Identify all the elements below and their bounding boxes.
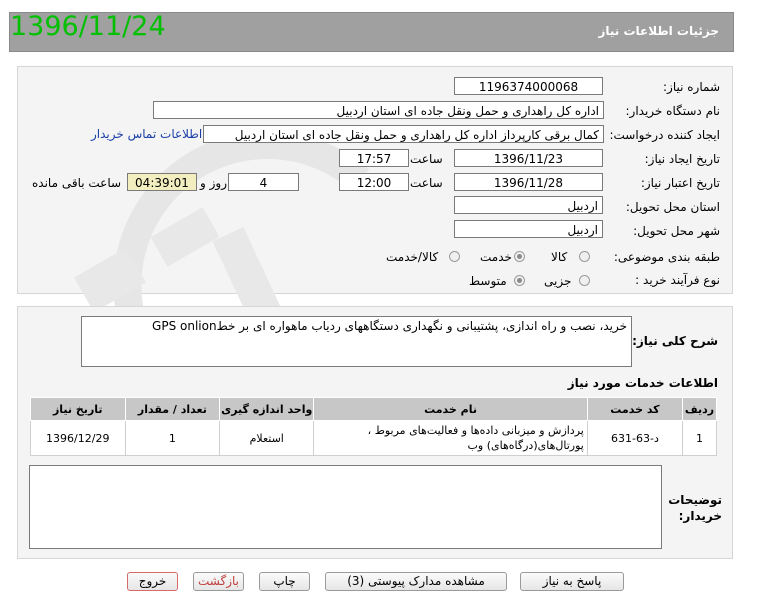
col-date: تاریخ نیاز [30,397,126,421]
validity-time-label: ساعت [410,176,443,190]
cell-date: 1396/12/29 [30,420,126,456]
back-button[interactable]: بازگشت [193,572,244,591]
validity-days-field[interactable]: 4 [228,173,299,191]
col-row: ردیف [682,397,717,421]
buyer-org-field[interactable]: اداره کل راهداری و حمل ونقل جاده ای استا… [153,101,604,119]
page-title: جزئیات اطلاعات نیاز [598,24,719,38]
cell-row: 1 [682,420,717,456]
validity-date-field[interactable]: 1396/11/28 [454,173,603,191]
category-radio-service[interactable] [514,251,525,262]
col-name: نام خدمت [313,397,588,421]
buyer-notes-textarea[interactable] [29,465,662,549]
need-number-label: شماره نیاز: [663,80,720,94]
buyer-contact-link[interactable]: اطلاعات تماس خریدار [91,127,202,141]
description-label: شرح کلی نیاز: [632,334,718,348]
city-label: شهر محل تحویل: [633,224,720,238]
overlay-date: 1396/11/24 [10,11,166,42]
created-date-field[interactable]: 1396/11/23 [454,149,603,167]
countdown-field: 04:39:01 [127,173,197,191]
col-unit: واحد اندازه گیری [219,397,315,421]
services-table: تاریخ نیاز تعداد / مقدار واحد اندازه گیر… [30,397,717,456]
purchase-radio-minor[interactable] [579,275,590,286]
description-textarea[interactable]: خرید، نصب و راه اندازی، پشتیبانی و نگهدا… [81,316,632,367]
category-option-goods: کالا [551,250,568,264]
remaining-label: ساعت باقی مانده [32,176,122,190]
buyer-org-label: نام دستگاه خریدار: [625,104,721,118]
category-radio-goods[interactable] [579,251,590,262]
city-field[interactable]: اردبیل [454,220,603,238]
created-date-label: تاریخ ایجاد نیاز: [644,152,720,166]
category-option-service: خدمت [480,250,512,264]
validity-date-label: تاریخ اعتبار نیاز: [640,176,720,190]
created-time-field[interactable]: 17:57 [339,149,409,167]
category-label: طبقه بندی موضوعی: [613,250,720,264]
requester-label: ایجاد کننده درخواست: [609,128,720,142]
buyer-notes-label: توضیحات خریدار: [668,493,722,523]
validity-time-field[interactable]: 12:00 [339,173,409,191]
province-label: استان محل تحویل: [625,200,720,214]
category-option-goods-service: کالا/خدمت [386,250,439,264]
requester-field[interactable]: کمال برقی کارپرداز اداره کل راهداری و حم… [203,125,604,143]
reply-button[interactable]: پاسخ به نیاز [520,572,624,591]
cell-unit: استعلام [219,420,315,456]
table-row: 1396/12/29 1 استعلام پردازش و میزبانی دا… [30,420,717,456]
province-field[interactable]: اردبیل [454,196,603,214]
category-radio-goods-service[interactable] [449,251,460,262]
cell-name: پردازش و میزبانی داده‌ها و فعالیت‌های مر… [313,420,588,456]
cell-code: د-63-631 [586,420,684,456]
created-time-label: ساعت [410,152,443,166]
attachments-button[interactable]: مشاهده مدارک پیوستی (3) [325,572,507,591]
purchase-option-minor: جزیی [544,274,572,288]
validity-days-label: روز و [200,176,227,190]
purchase-option-medium: متوسط [469,274,507,288]
purchase-radio-medium[interactable] [514,275,525,286]
exit-button[interactable]: خروج [127,572,178,591]
cell-qty: 1 [124,420,221,456]
services-title: اطلاعات خدمات مورد نیاز [567,376,718,390]
col-code: کد خدمت [586,397,684,421]
print-button[interactable]: چاپ [259,572,310,591]
col-qty: تعداد / مقدار [124,397,221,421]
need-number-field[interactable]: 1196374000068 [454,77,603,95]
purchase-type-label: نوع فرآیند خرید : [635,273,720,287]
